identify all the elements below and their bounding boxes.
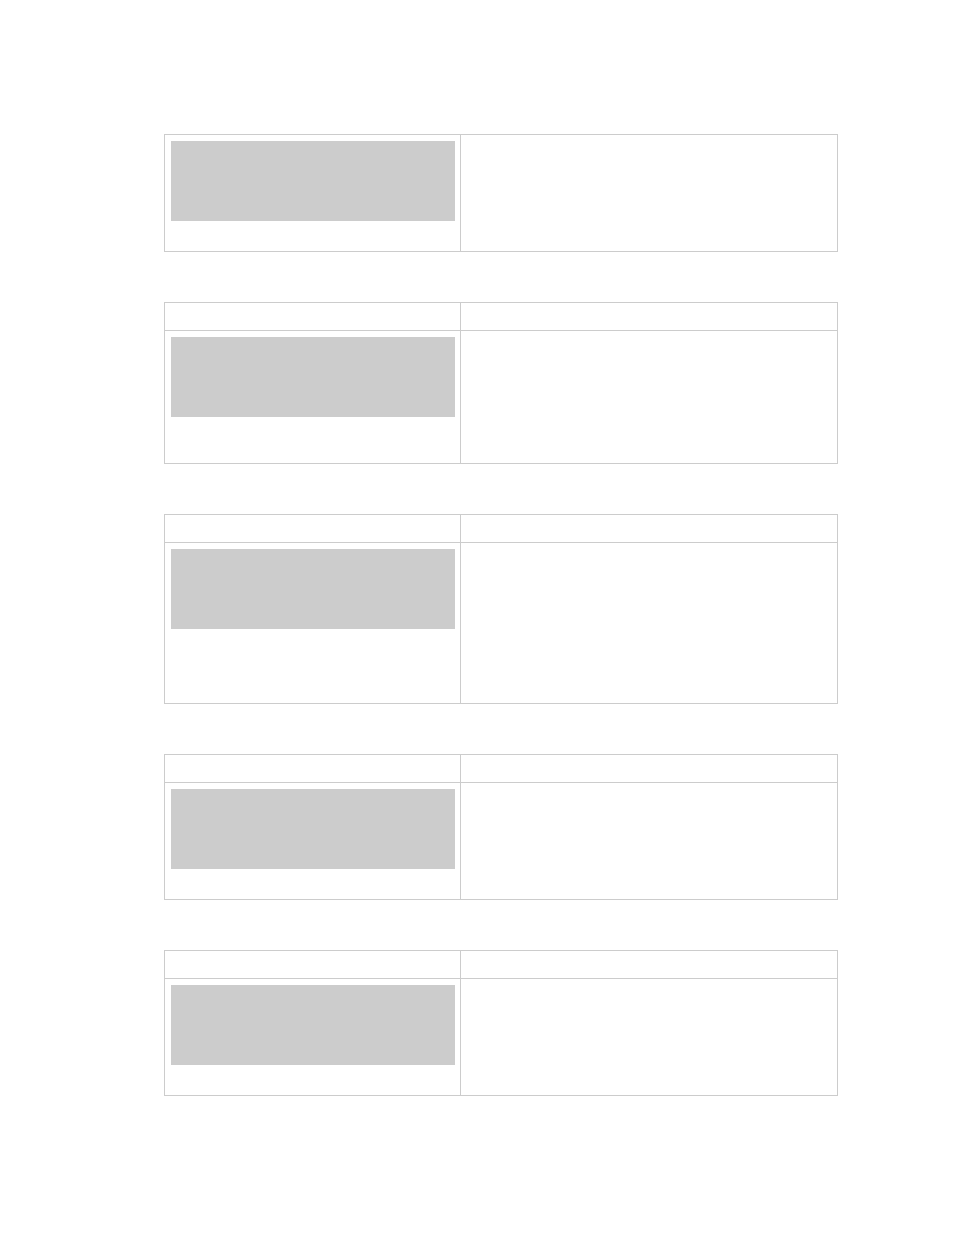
image-placeholder <box>171 549 455 629</box>
cell-right <box>461 331 837 463</box>
header-cell-right <box>461 515 837 542</box>
header-cell-left <box>165 951 461 978</box>
cell-left <box>165 135 461 251</box>
table-block-1 <box>164 302 838 464</box>
table-header-row <box>165 755 837 783</box>
table-block-3 <box>164 754 838 900</box>
cell-right <box>461 979 837 1095</box>
cell-left <box>165 331 461 463</box>
table-row <box>165 543 837 703</box>
cell-right <box>461 135 837 251</box>
cell-left <box>165 543 461 703</box>
table-block-2 <box>164 514 838 704</box>
cell-left <box>165 783 461 899</box>
table-block-0 <box>164 134 838 252</box>
cell-left <box>165 979 461 1095</box>
table-row <box>165 135 837 251</box>
cell-right <box>461 543 837 703</box>
image-placeholder <box>171 141 455 221</box>
cell-right <box>461 783 837 899</box>
table-row <box>165 783 837 899</box>
header-cell-right <box>461 303 837 330</box>
header-cell-left <box>165 755 461 782</box>
header-cell-left <box>165 303 461 330</box>
image-placeholder <box>171 985 455 1065</box>
document-content <box>164 134 838 1146</box>
image-placeholder <box>171 337 455 417</box>
table-header-row <box>165 303 837 331</box>
header-cell-right <box>461 951 837 978</box>
table-header-row <box>165 515 837 543</box>
header-cell-left <box>165 515 461 542</box>
header-cell-right <box>461 755 837 782</box>
table-row <box>165 979 837 1095</box>
table-header-row <box>165 951 837 979</box>
image-placeholder <box>171 789 455 869</box>
table-row <box>165 331 837 463</box>
table-block-4 <box>164 950 838 1096</box>
